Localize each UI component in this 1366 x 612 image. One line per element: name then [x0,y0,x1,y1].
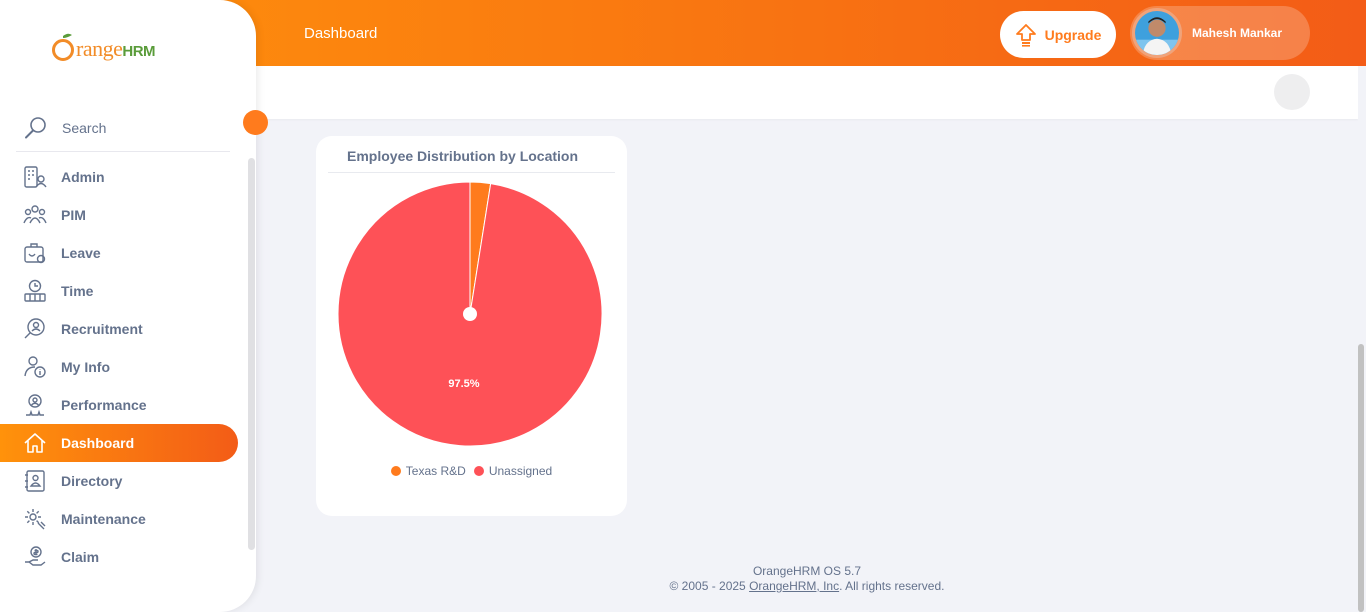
sidebar: rangeHRM Admin PIM Leave Time Recruitmen… [0,0,256,612]
sidebar-item-claim[interactable]: Claim [0,538,238,576]
sidebar-item-dashboard[interactable]: Dashboard [0,424,238,462]
search-input[interactable] [62,119,212,136]
orange-logo-icon [52,33,74,61]
pie-chart: 97.5% [337,181,603,447]
pim-icon [23,205,47,224]
legend-dot-icon [473,466,484,476]
legend-label: Texas R&D [405,464,466,478]
sidebar-item-label: Admin [61,169,105,185]
legend-dot-icon [390,466,401,476]
leave-icon [24,243,46,264]
sidebar-item-label: Claim [61,549,100,565]
claim-icon [25,546,46,566]
sidebar-item-label: Maintenance [61,511,146,527]
sidebar-item-time[interactable]: Time [0,272,238,310]
sidebar-item-performance[interactable]: Performance [0,386,238,424]
sidebar-item-admin[interactable]: Admin [0,158,238,196]
footer-version: OrangeHRM OS 5.7 [752,564,862,578]
help-circle-icon[interactable] [1274,74,1310,110]
logo-text: rangeHRM [76,36,156,61]
sidebar-item-label: Time [61,283,94,299]
footer: OrangeHRM OS 5.7 © 2005 - 2025 OrangeHRM… [256,564,1358,594]
sidebar-item-directory[interactable]: Directory [0,462,238,500]
home-icon [24,433,46,453]
widget-title: Employee Distribution by Location [328,148,615,173]
sidebar-item-label: My Info [61,359,110,375]
upgrade-arrow-icon [1015,23,1036,47]
sidebar-item-leave[interactable]: Leave [0,234,238,272]
pie-center-dot [463,307,477,321]
search-icon [25,116,46,138]
copyright-suffix: . All rights reserved. [839,579,945,593]
orangehrm-logo[interactable]: rangeHRM [50,32,156,62]
legend-label: Unassigned [488,464,553,478]
sub-header [256,66,1358,119]
avatar [1132,8,1182,58]
employee-distribution-widget: Employee Distribution by Location 97.5% … [316,136,627,516]
pie-data-label: 97.5% [448,378,479,390]
search-box [16,104,230,152]
admin-icon [24,166,47,188]
upgrade-button[interactable]: Upgrade [1000,11,1116,58]
directory-icon [25,470,45,492]
performance-icon [26,394,44,416]
user-photo-icon [1135,11,1179,55]
sidebar-item-recruitment[interactable]: Recruitment [0,310,238,348]
sidebar-item-label: Directory [61,473,123,489]
sidebar-item-my-info[interactable]: My Info [0,348,238,386]
user-name: Mahesh Mankar [1192,26,1283,40]
sidebar-item-label: PIM [61,207,86,223]
maintenance-icon [25,509,46,530]
legend-item[interactable]: Unassigned [473,464,553,478]
copyright-prefix: © 2005 - 2025 [669,579,750,593]
user-dropdown[interactable]: Mahesh Mankar [1130,6,1310,60]
upgrade-label: Upgrade [1044,26,1102,43]
page-title: Dashboard [304,25,378,42]
sidebar-item-label: Recruitment [61,321,143,337]
sidebar-item-label: Performance [61,397,147,413]
sidebar-item-pim[interactable]: PIM [0,196,238,234]
sidebar-collapse-button[interactable] [243,110,268,135]
sidebar-item-label: Dashboard [61,435,135,451]
legend-item[interactable]: Texas R&D [390,464,466,478]
sidebar-menu: Admin PIM Leave Time Recruitment My Info… [0,158,238,576]
sidebar-scrollbar[interactable] [248,158,255,550]
company-link[interactable]: OrangeHRM, Inc [749,579,839,593]
page-scrollbar-thumb[interactable] [1358,344,1364,612]
recruitment-icon [24,318,45,339]
my-info-icon [24,356,46,378]
footer-copyright: © 2005 - 2025 OrangeHRM, Inc. All rights… [256,579,1358,594]
chart-legend: Texas R&D Unassigned [316,464,627,478]
time-icon [24,279,46,302]
sidebar-item-label: Leave [61,245,101,261]
sidebar-item-maintenance[interactable]: Maintenance [0,500,238,538]
